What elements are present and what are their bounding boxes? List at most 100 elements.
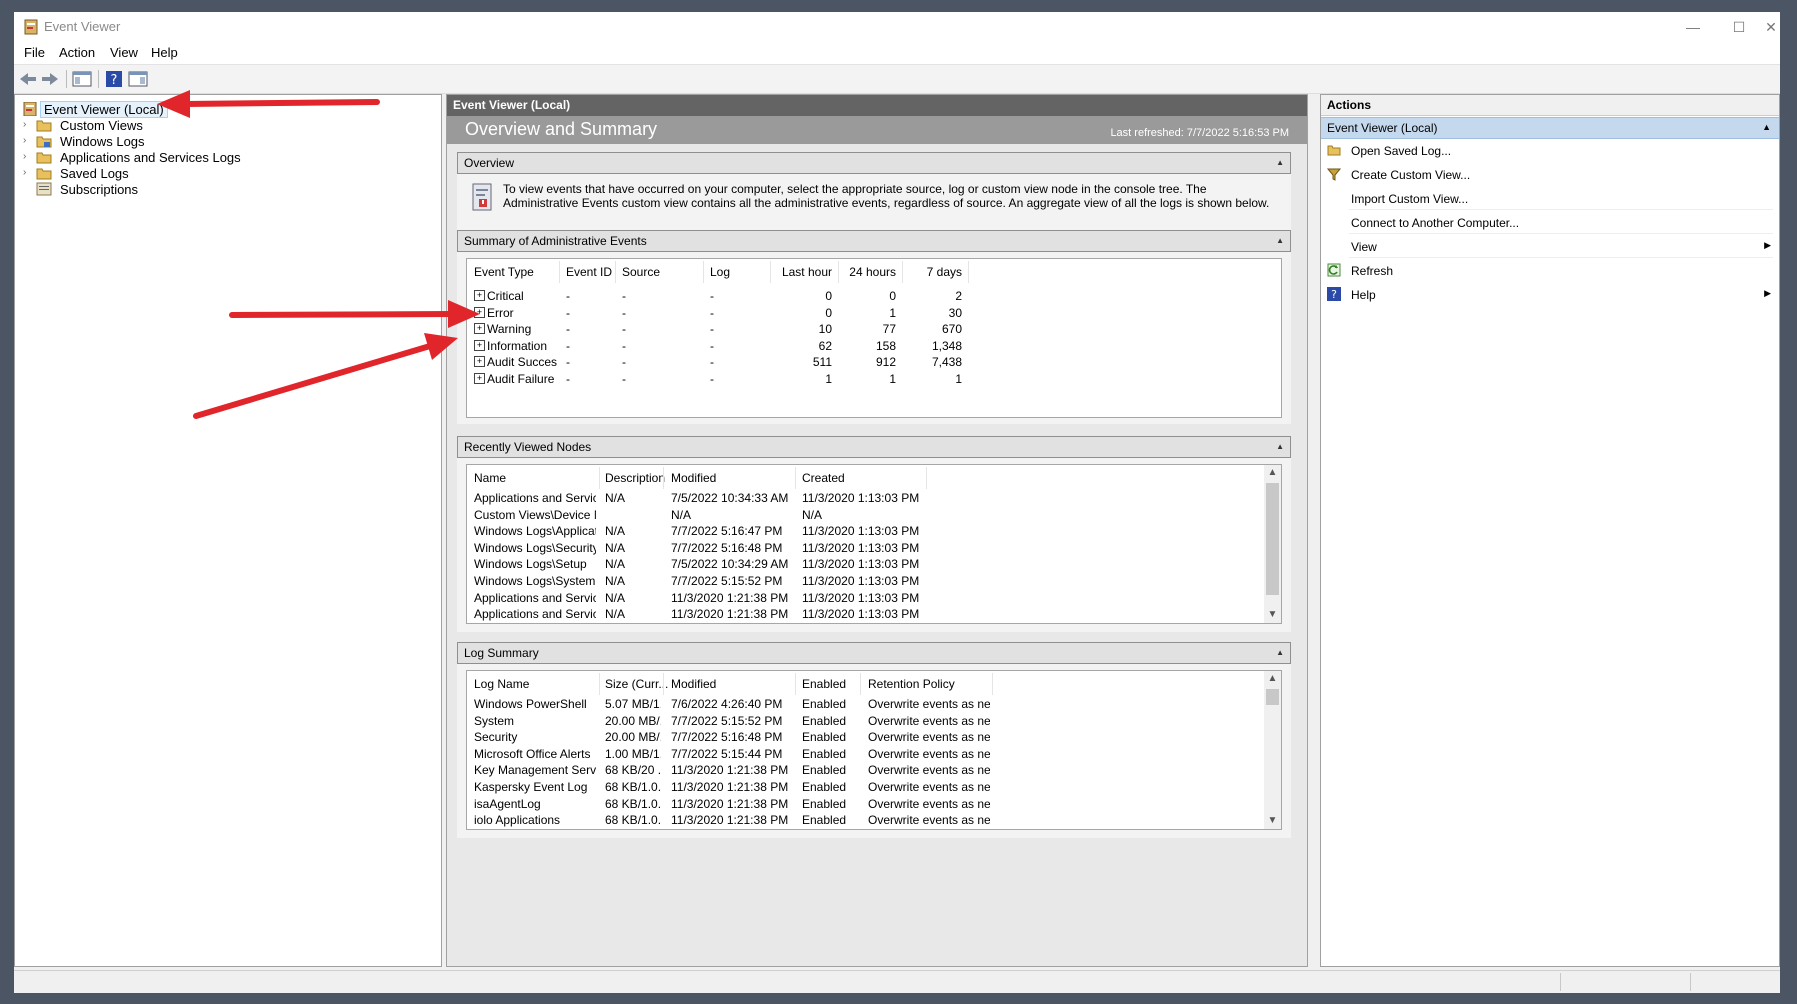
minimize-button[interactable]: — xyxy=(1670,12,1716,42)
actions-group-event-viewer-local[interactable]: Event Viewer (Local) ▲ xyxy=(1321,117,1779,139)
help-icon: ? xyxy=(1327,287,1341,301)
list-item[interactable]: Custom Views\Device M... N/A N/A xyxy=(467,507,1264,524)
menu-action[interactable]: Action xyxy=(59,45,95,60)
table-cell: Overwrite events as nec... xyxy=(868,730,990,745)
expand-plus-icon[interactable]: + xyxy=(474,306,485,318)
col-header-retention-policy[interactable]: Retention Policy xyxy=(868,677,955,691)
table-row[interactable]: + Audit Failure - - -1 1 1 xyxy=(467,371,1281,388)
col-header-size[interactable]: Size (Curr... xyxy=(605,677,668,691)
action-create-custom-view[interactable]: Create Custom View... xyxy=(1321,164,1779,186)
table-row[interactable]: + Audit Success - - -511 912 7,438 xyxy=(467,354,1281,371)
help-icon[interactable]: ? xyxy=(104,70,124,88)
collapse-icon[interactable]: ▲ xyxy=(1762,122,1771,132)
col-header-24-hours[interactable]: 24 hours xyxy=(838,265,896,279)
col-header-source[interactable]: Source xyxy=(622,265,660,279)
list-item[interactable]: isaAgentLog 68 KB/1.0... 11/3/2020 1:21:38… xyxy=(467,796,1264,813)
forward-arrow-icon[interactable] xyxy=(40,70,60,88)
col-header-log-name[interactable]: Log Name xyxy=(474,677,529,691)
action-help[interactable]: ? Help ▶ xyxy=(1321,284,1779,306)
table-cell: Enabled xyxy=(802,713,847,728)
vertical-scrollbar[interactable]: ▲ ▼ xyxy=(1264,465,1281,623)
action-import-custom-view[interactable]: Import Custom View... xyxy=(1321,188,1779,210)
log-summary-section-header[interactable]: Log Summary ▲ xyxy=(457,642,1291,664)
table-cell: 1 xyxy=(825,372,832,386)
list-item[interactable]: Security 20.00 MB/... 7/7/2022 5:16:48 PM E… xyxy=(467,729,1264,746)
log-summary-section-body: Log Name Size (Curr... Modified Enabled … xyxy=(457,664,1291,838)
table-cell: Security xyxy=(474,730,518,745)
list-item[interactable]: Windows PowerShell 5.07 MB/1... 7/6/2022 4… xyxy=(467,696,1264,713)
menu-help[interactable]: Help xyxy=(151,45,178,60)
expand-plus-icon[interactable]: + xyxy=(474,290,485,301)
list-item[interactable]: Applications and Service... N/A 11/3/2020 … xyxy=(467,606,1264,623)
list-item[interactable]: Windows Logs\Applicati... N/A 7/7/2022 5:1… xyxy=(467,523,1264,540)
scroll-down-icon[interactable]: ▼ xyxy=(1264,813,1281,829)
col-header-modified[interactable]: Modified xyxy=(671,471,716,485)
close-button[interactable]: ✕ xyxy=(1762,12,1780,42)
list-item[interactable]: Windows Logs\Security N/A 7/7/2022 5:16:48… xyxy=(467,540,1264,557)
col-header-last-hour[interactable]: Last hour xyxy=(770,265,832,279)
expand-chevron-icon[interactable]: › xyxy=(23,119,33,130)
action-connect-to-another-computer[interactable]: Connect to Another Computer... xyxy=(1321,212,1779,234)
list-item[interactable]: iolo Applications 68 KB/1.0... 11/3/2020 1… xyxy=(467,812,1264,829)
expand-chevron-icon[interactable]: › xyxy=(23,151,33,162)
maximize-button[interactable]: ☐ xyxy=(1716,12,1762,42)
col-header-created[interactable]: Created xyxy=(802,471,845,485)
collapse-icon[interactable]: ▲ xyxy=(1276,442,1284,451)
col-header-7-days[interactable]: 7 days xyxy=(902,265,962,279)
show-hide-tree-icon[interactable] xyxy=(72,70,92,88)
summary-section-header[interactable]: Summary of Administrative Events ▲ xyxy=(457,230,1291,252)
actions-group-label: Event Viewer (Local) xyxy=(1327,121,1438,135)
collapse-icon[interactable]: ▲ xyxy=(1276,158,1284,167)
action-open-saved-log[interactable]: Open Saved Log... xyxy=(1321,140,1779,162)
table-cell: Windows Logs\Applicati... xyxy=(474,524,596,539)
center-pane: Event Viewer (Local) Overview and Summar… xyxy=(446,94,1308,967)
col-header-modified[interactable]: Modified xyxy=(671,677,716,691)
vertical-scrollbar[interactable]: ▲ ▼ xyxy=(1264,671,1281,829)
expand-plus-icon[interactable]: + xyxy=(474,373,485,384)
col-header-description[interactable]: Description xyxy=(605,471,665,485)
expand-chevron-icon[interactable]: › xyxy=(23,167,33,178)
list-item[interactable]: System 20.00 MB/... 7/7/2022 5:15:52 PM Ena… xyxy=(467,713,1264,730)
action-view[interactable]: View ▶ xyxy=(1321,236,1779,258)
scroll-down-icon[interactable]: ▼ xyxy=(1264,607,1281,623)
col-header-name[interactable]: Name xyxy=(474,471,506,485)
back-arrow-icon[interactable] xyxy=(18,70,38,88)
table-cell: isaAgentLog xyxy=(474,796,541,811)
list-item[interactable]: Windows Logs\Setup N/A 7/5/2022 10:34:29 A… xyxy=(467,556,1264,573)
overview-section-header[interactable]: Overview ▲ xyxy=(457,152,1291,174)
recently-viewed-section-header[interactable]: Recently Viewed Nodes ▲ xyxy=(457,436,1291,458)
show-hide-action-pane-icon[interactable] xyxy=(128,70,148,88)
scrollbar-thumb[interactable] xyxy=(1266,689,1279,705)
tree-node-label: Subscriptions xyxy=(60,182,139,197)
scrollbar-thumb[interactable] xyxy=(1266,483,1279,595)
expand-plus-icon[interactable]: + xyxy=(474,356,485,368)
menu-view[interactable]: View xyxy=(110,45,138,60)
list-item[interactable]: Windows Logs\System N/A 7/7/2022 5:15:52 P… xyxy=(467,573,1264,590)
table-cell: 11/3/2020 1:21:38 PM xyxy=(671,796,789,811)
col-header-event-id[interactable]: Event ID xyxy=(566,265,612,279)
svg-text:?: ? xyxy=(111,73,118,88)
list-item[interactable]: Key Management Service 68 KB/20 ... 11/3/2… xyxy=(467,762,1264,779)
expand-chevron-icon[interactable]: › xyxy=(23,135,33,146)
col-header-log[interactable]: Log xyxy=(710,265,730,279)
table-cell: Custom Views\Device M... xyxy=(474,507,596,522)
table-row[interactable]: + Information - - - 62 158 1,348 xyxy=(467,338,1281,355)
list-item[interactable]: Applications and Service... N/A 7/5/2022 1… xyxy=(467,490,1264,507)
list-item[interactable]: Kaspersky Event Log 68 KB/1.0... 11/3/2020… xyxy=(467,779,1264,796)
table-row[interactable]: + Critical - - - 0 0 2 xyxy=(467,288,1281,305)
menu-file[interactable]: File xyxy=(24,45,45,60)
table-row[interactable]: + Error - - - 0 1 30 xyxy=(467,305,1281,322)
collapse-icon[interactable]: ▲ xyxy=(1276,236,1284,245)
table-cell: - xyxy=(566,289,570,303)
expand-plus-icon[interactable]: + xyxy=(474,323,485,335)
expand-plus-icon[interactable]: + xyxy=(474,339,485,351)
scroll-up-icon[interactable]: ▲ xyxy=(1264,465,1281,481)
col-header-enabled[interactable]: Enabled xyxy=(802,677,846,691)
list-item[interactable]: Applications and Service... N/A 11/3/2020 … xyxy=(467,590,1264,607)
list-item[interactable]: Microsoft Office Alerts 1.00 MB/1... 7/7/2… xyxy=(467,746,1264,763)
scroll-up-icon[interactable]: ▲ xyxy=(1264,671,1281,687)
action-refresh[interactable]: Refresh xyxy=(1321,260,1779,282)
collapse-icon[interactable]: ▲ xyxy=(1276,648,1284,657)
col-header-event-type[interactable]: Event Type xyxy=(474,265,534,279)
table-row[interactable]: + Warning - - - 10 77 670 xyxy=(467,321,1281,338)
